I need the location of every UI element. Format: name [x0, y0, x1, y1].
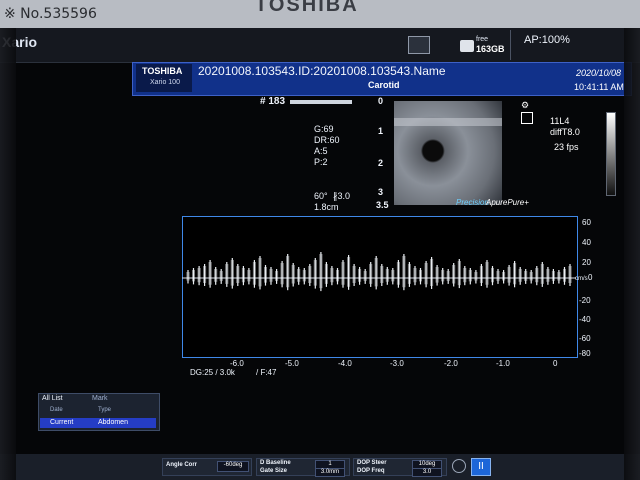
depth-mark-2: 2: [378, 158, 384, 168]
baseline-control[interactable]: D Baseline 1 Gate Size 3.0mm: [256, 458, 350, 477]
doppler-gain-params: DG:25 / 3.0k: [190, 368, 235, 377]
dicom-icon[interactable]: [408, 36, 430, 54]
time-tick--3: -3.0: [390, 359, 404, 368]
frame-number: # 183: [260, 96, 286, 107]
depth-mark-1: 1: [378, 126, 384, 136]
spectrum-waveform: [186, 252, 572, 292]
mini-brand-label: TOSHIBA: [142, 66, 183, 76]
depth-scale: 0 1 2 3 3.5: [370, 96, 390, 211]
velocity-tick-60: 60: [582, 218, 591, 227]
layout-icon[interactable]: II: [471, 458, 491, 476]
gate-size-label: Gate Size: [260, 468, 288, 474]
screen-right-shadow: [624, 28, 640, 480]
gain-label: G:69: [314, 124, 334, 134]
tab-all-list[interactable]: All List: [42, 395, 63, 402]
time-tick--5: -5.0: [285, 359, 299, 368]
ap-level: AP:100%: [524, 34, 570, 46]
sample-label: ∦3.0: [333, 191, 351, 201]
top-divider: [510, 30, 511, 60]
header-type: Type: [98, 407, 112, 413]
depth-mark-35: 3.5: [376, 200, 389, 210]
p-value-label: P:2: [314, 157, 328, 167]
bmode-image: [394, 101, 502, 205]
velocity-tick--80: -80: [579, 349, 591, 358]
disk-icon: [460, 40, 474, 52]
settings-gear-icon[interactable]: [452, 459, 466, 473]
velocity-tick--40: -40: [579, 315, 591, 324]
preset-icon[interactable]: [521, 112, 533, 124]
angle-corr-value: -60deg: [217, 461, 249, 472]
exam-type: Carotid: [368, 80, 400, 90]
tab-mark[interactable]: Mark: [92, 395, 108, 402]
grayscale-bar: [606, 112, 616, 196]
depth-mark-0: 0: [378, 96, 384, 106]
baseline-label: D Baseline: [260, 460, 291, 466]
disk-free-label: free: [476, 36, 489, 43]
disk-free-value: 163GB: [476, 44, 505, 54]
time-tick--6: -6.0: [230, 359, 244, 368]
depth-mark-3: 3: [378, 187, 384, 197]
velocity-tick-20: 20: [582, 258, 591, 267]
velocity-tick--20: -20: [579, 296, 591, 305]
vessel-wall-band: [394, 118, 502, 126]
velocity-unit: cm/s: [575, 276, 588, 282]
time-tick-0: 0: [553, 359, 558, 368]
brand-logo: TOSHIBA: [255, 0, 359, 16]
frame-progress-bar: [290, 100, 352, 104]
gate-size-value: 3.0mm: [315, 468, 345, 477]
time-tick--2: -2.0: [444, 359, 458, 368]
study-list-tabs: All List Mark: [40, 395, 156, 405]
a-value-label: A:5: [314, 146, 328, 156]
probe-name: 11L4: [550, 116, 570, 126]
probe-mode: diffT8.0: [550, 127, 580, 137]
velocity-tick--60: -60: [579, 334, 591, 343]
time-tick--1: -1.0: [496, 359, 510, 368]
study-list-row[interactable]: Current Abdomen: [40, 418, 156, 428]
mini-model-label: Xario 100: [150, 79, 180, 86]
precision-label: Precision: [456, 198, 489, 207]
angle-corr-label: Angle Corr: [166, 462, 198, 468]
dop-steer-label: DOP Steer: [357, 460, 387, 466]
doppler-spectrum: [182, 252, 576, 292]
angle-corr-control[interactable]: Angle Corr -60deg: [162, 458, 252, 476]
exam-time: 10:41:11 AM: [574, 82, 624, 92]
study-list-header: Date Type: [40, 407, 156, 415]
angle-label: 60°: [314, 191, 328, 201]
settings-icon[interactable]: ⚙: [521, 100, 531, 110]
dop-freq-value: 3.0: [412, 468, 442, 477]
row-type: Abdomen: [98, 419, 128, 426]
time-tick--4: -4.0: [338, 359, 352, 368]
velocity-tick-0: 0: [588, 273, 593, 282]
frame-rate: 23 fps: [554, 142, 579, 152]
dynamic-range-label: DR:60: [314, 135, 340, 145]
dop-freq-label: DOP Freq: [357, 468, 385, 474]
doppler-control[interactable]: DOP Steer 10deg DOP Freq 3.0: [353, 458, 447, 477]
velocity-tick-40: 40: [582, 238, 591, 247]
apure-label: ApurePure+: [486, 198, 529, 207]
photo-number-label: ※ No.535596: [4, 6, 97, 22]
row-date: Current: [50, 419, 74, 426]
depth-label: 1.8cm: [314, 202, 339, 212]
screen-left-shadow: [0, 28, 16, 480]
exam-date: 2020/10/08: [576, 68, 622, 78]
header-date: Date: [50, 407, 63, 413]
doppler-filter-params: / F:47: [256, 368, 277, 377]
patient-id: 20201008.103543.ID:20201008.103543.Name: [198, 64, 446, 78]
